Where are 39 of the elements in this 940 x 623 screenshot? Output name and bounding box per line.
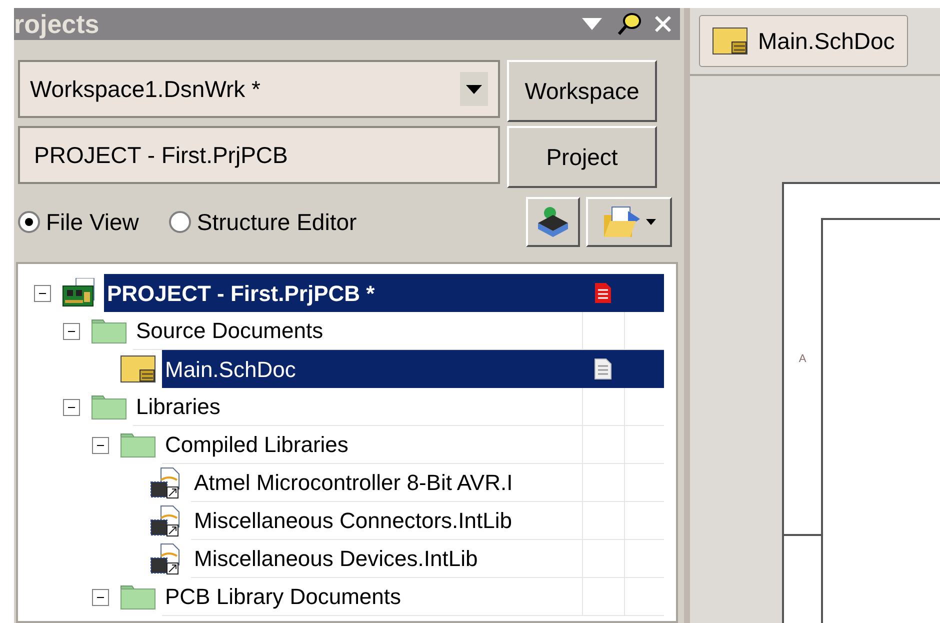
- folder-icon: [120, 432, 156, 458]
- compile-button[interactable]: [526, 197, 580, 247]
- open-project-button[interactable]: [586, 197, 672, 247]
- view-option-radio[interactable]: File View: [18, 204, 139, 240]
- collapse-toggle[interactable]: [92, 436, 109, 454]
- collapse-toggle[interactable]: [34, 284, 51, 302]
- folder-icon: [120, 584, 156, 610]
- tree-item[interactable]: PCB Library Documents: [162, 578, 664, 616]
- zone-label: A: [798, 352, 806, 367]
- project-field[interactable]: PROJECT - First.PrjPCB: [18, 126, 500, 184]
- tree-item[interactable]: Compiled Libraries: [162, 426, 664, 464]
- radio-label: Structure Editor: [196, 208, 357, 237]
- view-option-radio[interactable]: Structure Editor: [168, 204, 357, 240]
- caret-icon: [646, 219, 656, 225]
- workspace-select[interactable]: Workspace1.DsnWrk *: [18, 60, 500, 118]
- tree-item[interactable]: Libraries: [133, 388, 664, 426]
- panel-title: rojects: [14, 11, 100, 37]
- collapse-toggle[interactable]: [92, 588, 109, 606]
- tree-item[interactable]: Main.SchDoc: [162, 350, 664, 388]
- collapse-toggle[interactable]: [63, 322, 80, 340]
- tree-item[interactable]: Miscellaneous Devices.IntLib: [191, 540, 664, 578]
- schematic-sheet-icon: [712, 27, 748, 55]
- open-folder-icon: [602, 205, 642, 239]
- radio-button[interactable]: [18, 211, 40, 233]
- tree-item[interactable]: Miscellaneous Connectors.IntLib: [191, 502, 664, 540]
- schematic-sheet-icon: [120, 355, 156, 383]
- collapse-toggle[interactable]: [63, 398, 80, 416]
- folder-icon: [91, 318, 127, 344]
- disk-stack-icon: [536, 205, 570, 239]
- close-icon[interactable]: [654, 15, 672, 33]
- folder-icon: [91, 394, 127, 420]
- dropdown-arrow-icon[interactable]: [582, 18, 602, 30]
- document-tab[interactable]: Main.SchDoc: [699, 15, 908, 67]
- workspace-button[interactable]: Workspace: [507, 60, 657, 122]
- project-button[interactable]: Project: [507, 126, 657, 188]
- tree-item[interactable]: Atmel Microcontroller 8-Bit AVR.I: [191, 464, 664, 502]
- radio-label: File View: [46, 208, 139, 237]
- radio-button[interactable]: [168, 211, 191, 233]
- tree-item[interactable]: PROJECT - First.PrjPCB *: [104, 274, 664, 312]
